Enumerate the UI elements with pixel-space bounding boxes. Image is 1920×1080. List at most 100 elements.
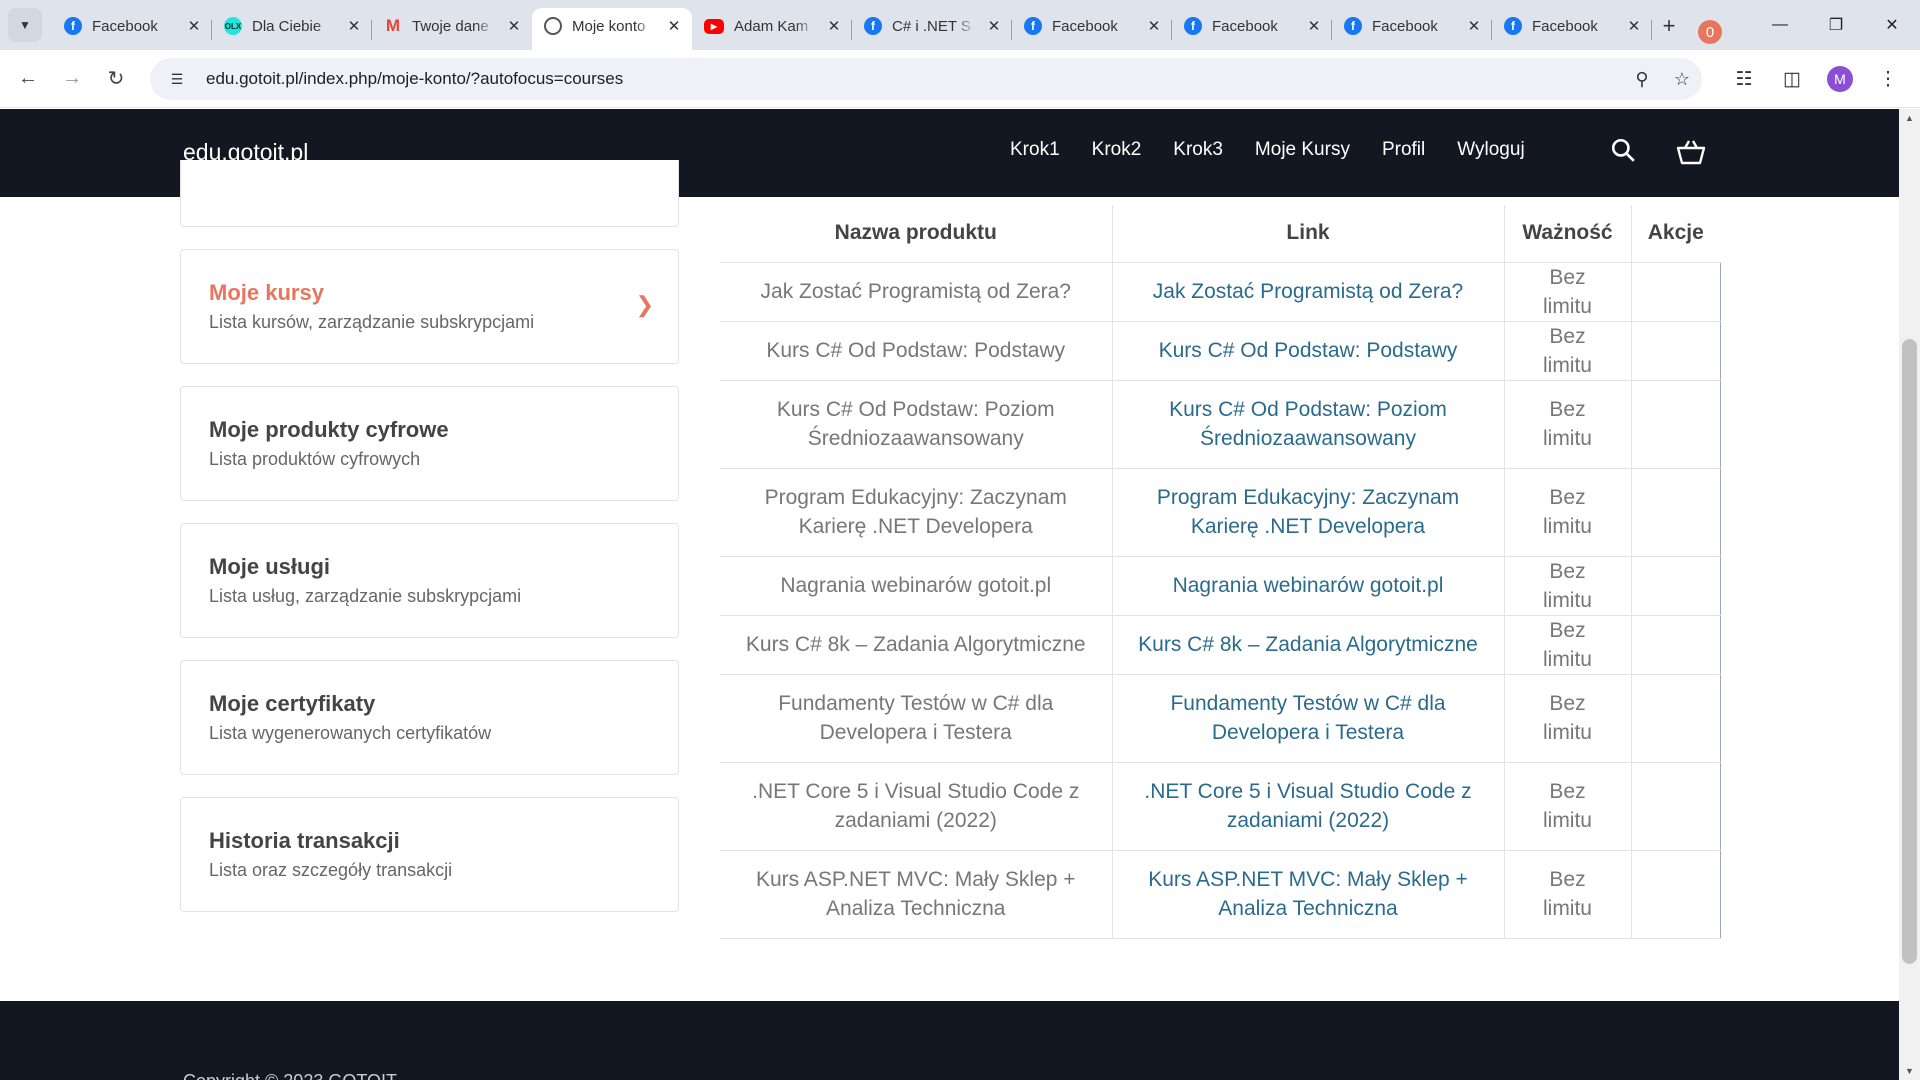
tab-close-icon[interactable]: ✕ [666,17,682,35]
tab-close-icon[interactable]: ✕ [1626,17,1642,35]
account-menu-card[interactable]: Moje produkty cyfrowe Lista produktów cyf… [180,386,679,501]
browser-tab-strip: ▼ f Facebook ✕ OLX Dla Ciebie ✕ M Twoje dane ✕ Mo… [0,0,1920,50]
browser-tab[interactable]: f Facebook ✕ [1332,8,1492,50]
tab-title: Adam Kam [734,17,809,35]
account-menu-card-subtitle: Lista oraz szczegóły transakcji [209,860,453,880]
site-settings-icon[interactable]: ☰ [162,71,192,88]
table-row: Nagrania webinarów gotoit.pl Nagrania web… [720,556,1721,616]
window-controls: — ❐ ✕ [1752,0,1920,50]
course-validity: Bez limitu [1504,380,1632,469]
close-window-icon[interactable]: ✕ [1864,0,1920,50]
course-link[interactable]: Jak Zostać Programistą od Zera? [1112,262,1505,322]
course-validity: Bez limitu [1504,674,1632,763]
account-menu-card-partial[interactable] [180,160,679,227]
tab-search-icon[interactable]: ▼ [8,8,42,42]
tab-close-icon[interactable]: ✕ [346,17,362,35]
account-menu-card-subtitle: Lista produktów cyfrowych [209,449,421,469]
table-row: Kurs ASP.NET MVC: Mały Sklep + Analiza T… [720,850,1721,939]
page-scrollbar[interactable]: ▲ ▼ [1899,109,1920,1080]
profile-avatar[interactable]: M [1818,59,1862,99]
account-menu-card-subtitle: Lista wygenerowanych certyfikatów [209,723,492,743]
new-tab-icon[interactable]: + [1652,8,1686,50]
scroll-up-icon[interactable]: ▲ [1899,109,1920,127]
restore-icon[interactable]: ❐ [1808,0,1864,50]
column-header-link: Link [1112,205,1505,263]
browser-tab[interactable]: f Facebook ✕ [1172,8,1332,50]
reload-icon[interactable]: ↻ [94,59,138,99]
bookmark-star-icon[interactable]: ☆ [1662,69,1702,90]
course-validity: Bez limitu [1504,262,1632,322]
course-name: Kurs C# Od Podstaw: Poziom Średniozaawan… [720,380,1113,469]
forward-icon[interactable]: → [50,59,94,99]
browser-tab[interactable]: f Facebook ✕ [1492,8,1652,50]
search-icon[interactable] [1610,137,1636,170]
address-url[interactable]: edu.gotoit.pl/index.php/moje-konto/?auto… [206,69,1622,89]
nav-link-krok3[interactable]: Krok3 [1173,139,1223,161]
course-actions [1631,321,1721,381]
course-name: Program Edukacyjny: Zaczynam Karierę .NE… [720,468,1113,557]
course-link[interactable]: Kurs C# Od Podstaw: Poziom Średniozaawan… [1112,380,1505,469]
course-actions [1631,262,1721,322]
tab-close-icon[interactable]: ✕ [506,17,522,35]
site-footer: Copyright © 2023 GOTOIT [0,1001,1899,1080]
course-actions [1631,674,1721,763]
browser-tab[interactable]: Moje konto ✕ [532,8,692,50]
course-actions [1631,850,1721,939]
column-header-validity: Ważność [1504,205,1632,263]
facebook-icon: f [1184,17,1202,35]
tab-close-icon[interactable]: ✕ [1146,17,1162,35]
course-link[interactable]: Nagrania webinarów gotoit.pl [1112,556,1505,616]
cart-icon[interactable] [1676,139,1706,171]
table-row: Fundamenty Testów w C# dla Developera i … [720,674,1721,763]
browser-tab[interactable]: f Facebook ✕ [52,8,212,50]
course-link[interactable]: Kurs ASP.NET MVC: Mały Sklep + Analiza T… [1112,850,1505,939]
address-bar[interactable]: ☰ edu.gotoit.pl/index.php/moje-konto/?au… [150,58,1702,100]
youtube-icon: ▶ [704,18,724,34]
tab-close-icon[interactable]: ✕ [1466,17,1482,35]
nav-link-profil[interactable]: Profil [1382,139,1425,161]
facebook-icon: f [1024,17,1042,35]
browser-tab[interactable]: f Facebook ✕ [1012,8,1172,50]
browser-tab[interactable]: M Twoje dane ✕ [372,8,532,50]
nav-link-krok1[interactable]: Krok1 [1010,139,1060,161]
nav-link-wyloguj[interactable]: Wyloguj [1457,139,1524,161]
account-menu-card[interactable]: Historia transakcji Lista oraz szczegóły … [180,797,679,912]
zoom-icon[interactable]: ⚲ [1622,69,1662,90]
browser-tab[interactable]: f C# i .NET S ✕ [852,8,1012,50]
account-menu-card[interactable]: Moje certyfikaty Lista wygenerowanych cer… [180,660,679,775]
cart-count-badge: 0 [1698,20,1722,44]
browser-tab[interactable]: ▶ Adam Kam ✕ [692,8,852,50]
course-link[interactable]: Kurs C# 8k – Zadania Algorytmiczne [1112,615,1505,675]
course-link[interactable]: .NET Core 5 i Visual Studio Code z zadan… [1112,762,1505,851]
course-link[interactable]: Fundamenty Testów w C# dla Developera i … [1112,674,1505,763]
back-icon[interactable]: ← [6,59,50,99]
course-link[interactable]: Kurs C# Od Podstaw: Podstawy [1112,321,1505,381]
browser-toolbar: ← → ↻ ☰ edu.gotoit.pl/index.php/moje-kon… [0,50,1920,108]
side-panel-icon[interactable]: ◫ [1770,59,1814,99]
tab-close-icon[interactable]: ✕ [186,17,202,35]
column-header-actions: Akcje [1631,205,1720,263]
account-menu-card[interactable]: Moje usługi Lista usług, zarządzanie subs… [180,523,679,638]
nav-link-moje-kursy[interactable]: Moje Kursy [1255,139,1350,161]
browser-tab[interactable]: OLX Dla Ciebie ✕ [212,8,372,50]
nav-link-krok2[interactable]: Krok2 [1092,139,1142,161]
chevron-right-icon: ❯ [635,292,654,317]
extensions-icon[interactable]: ☷ [1722,59,1766,99]
course-validity: Bez limitu [1504,850,1632,939]
footer-copyright: Copyright © 2023 GOTOIT [183,1071,397,1080]
scrollbar-thumb[interactable] [1902,339,1917,964]
table-row: Kurs C# Od Podstaw: Poziom Średniozaawan… [720,380,1721,469]
tab-close-icon[interactable]: ✕ [1306,17,1322,35]
browser-menu-icon[interactable]: ⋮ [1866,59,1910,99]
course-name: Fundamenty Testów w C# dla Developera i … [720,674,1113,763]
minimize-icon[interactable]: — [1752,0,1808,50]
scroll-down-icon[interactable]: ▼ [1899,1062,1920,1080]
table-row: Jak Zostać Programistą od Zera? Jak Zosta… [720,262,1721,322]
course-link[interactable]: Program Edukacyjny: Zaczynam Karierę .NE… [1112,468,1505,557]
table-row: .NET Core 5 i Visual Studio Code z zadan… [720,762,1721,851]
tab-close-icon[interactable]: ✕ [826,17,842,35]
table-row: Program Edukacyjny: Zaczynam Karierę .NE… [720,468,1721,557]
tab-title: Dla Ciebie [252,17,322,35]
account-menu-card[interactable]: Moje kursy Lista kursów, zarządzanie subs… [180,249,679,364]
tab-close-icon[interactable]: ✕ [986,17,1002,35]
